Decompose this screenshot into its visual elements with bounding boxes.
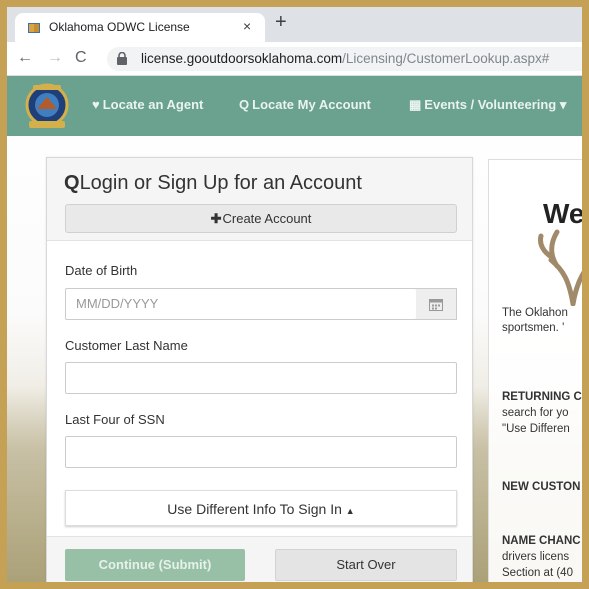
dob-field[interactable]: MM/DD/YYYY [65, 288, 417, 320]
create-account-button[interactable]: ✚Create Account [65, 204, 457, 233]
create-account-label: Create Account [222, 211, 312, 226]
book-favicon-icon [28, 23, 40, 33]
login-title: QLogin or Sign Up for an Account [64, 172, 362, 195]
nav-locate-account[interactable]: Q Locate My Account [239, 97, 371, 112]
continue-submit-button[interactable]: Continue (Submit) [65, 549, 245, 581]
tab-close-icon[interactable]: × [243, 18, 251, 34]
welcome-text-line: search for yo [502, 407, 569, 419]
tab-title: Oklahoma ODWC License [49, 20, 190, 34]
calendar-icon: ▦ [409, 97, 422, 112]
url-host: license.gooutdoorsoklahoma.com [141, 51, 343, 66]
name-change-heading: NAME CHANC [502, 535, 581, 547]
use-different-info-label: Use Different Info To Sign In [167, 501, 342, 517]
welcome-text-line: sportsmen. ' [502, 322, 565, 334]
caret-up-icon: ▲ [345, 506, 355, 516]
login-card-footer: Continue (Submit) Start Over [47, 536, 472, 582]
map-marker-icon: ♥ [92, 97, 100, 112]
site-navbar: ♥ Locate an Agent Q Locate My Account ▦ Eve… [7, 76, 582, 136]
welcome-text-line: "Use Differen [502, 423, 570, 435]
screenshot-frame: Oklahoma ODWC License × + ← → C license.… [0, 0, 589, 589]
url-path: /Licensing/CustomerLookup.aspx# [342, 51, 550, 66]
nav-events[interactable]: ▦ Events / Volunteering ▾ [409, 97, 566, 113]
nav-locate-agent[interactable]: ♥ Locate an Agent [92, 97, 203, 112]
browser-tabstrip: Oklahoma ODWC License × + [7, 7, 582, 42]
plus-icon: ✚ [210, 211, 222, 226]
welcome-text-line: drivers licens [502, 551, 570, 563]
login-title-text: Login or Sign Up for an Account [79, 172, 362, 194]
welcome-panel: We The Oklahon sportsmen. ' RETURNING C … [488, 159, 582, 582]
back-arrow-icon[interactable]: ← [17, 49, 33, 67]
ssn-field[interactable] [65, 436, 457, 468]
welcome-text-line: Section at (40 [502, 567, 573, 579]
nav-locate-agent-label: Locate an Agent [102, 97, 204, 112]
last-name-label: Customer Last Name [65, 338, 188, 353]
search-icon: Q [239, 97, 250, 112]
search-icon: Q [64, 172, 80, 194]
ssn-label: Last Four of SSN [65, 412, 165, 427]
new-customer-heading: NEW CUSTON [502, 481, 581, 493]
address-bar[interactable]: license.gooutdoorsoklahoma.com/Licensing… [107, 47, 582, 71]
use-different-info-button[interactable]: Use Different Info To Sign In ▲ [65, 490, 457, 526]
lock-icon [117, 52, 127, 65]
reload-icon[interactable]: C [75, 49, 87, 67]
start-over-button[interactable]: Start Over [275, 549, 457, 581]
browser-tab[interactable]: Oklahoma ODWC License × [15, 13, 265, 42]
login-card-header: QLogin or Sign Up for an Account ✚Create… [47, 158, 472, 241]
calendar-button[interactable] [416, 288, 457, 320]
last-name-field[interactable] [65, 362, 457, 394]
nav-locate-account-label: Locate My Account [252, 97, 371, 112]
browser-toolbar: ← → C license.gooutdoorsoklahoma.com/Lic… [7, 42, 582, 76]
welcome-heading: We [543, 198, 582, 229]
welcome-text-line: The Oklahon [502, 307, 568, 319]
returning-customer-heading: RETURNING C [502, 391, 582, 403]
calendar-icon [429, 299, 443, 311]
dob-label: Date of Birth [65, 263, 138, 278]
new-tab-button[interactable]: + [275, 12, 287, 32]
login-card: QLogin or Sign Up for an Account ✚Create… [46, 157, 473, 582]
odwc-logo-icon[interactable] [23, 81, 71, 133]
forward-arrow-icon[interactable]: → [47, 49, 63, 67]
caret-down-icon: ▾ [559, 97, 567, 112]
nav-events-label: Events / Volunteering [424, 97, 557, 112]
url-text: license.gooutdoorsoklahoma.com/Licensing… [141, 51, 549, 66]
